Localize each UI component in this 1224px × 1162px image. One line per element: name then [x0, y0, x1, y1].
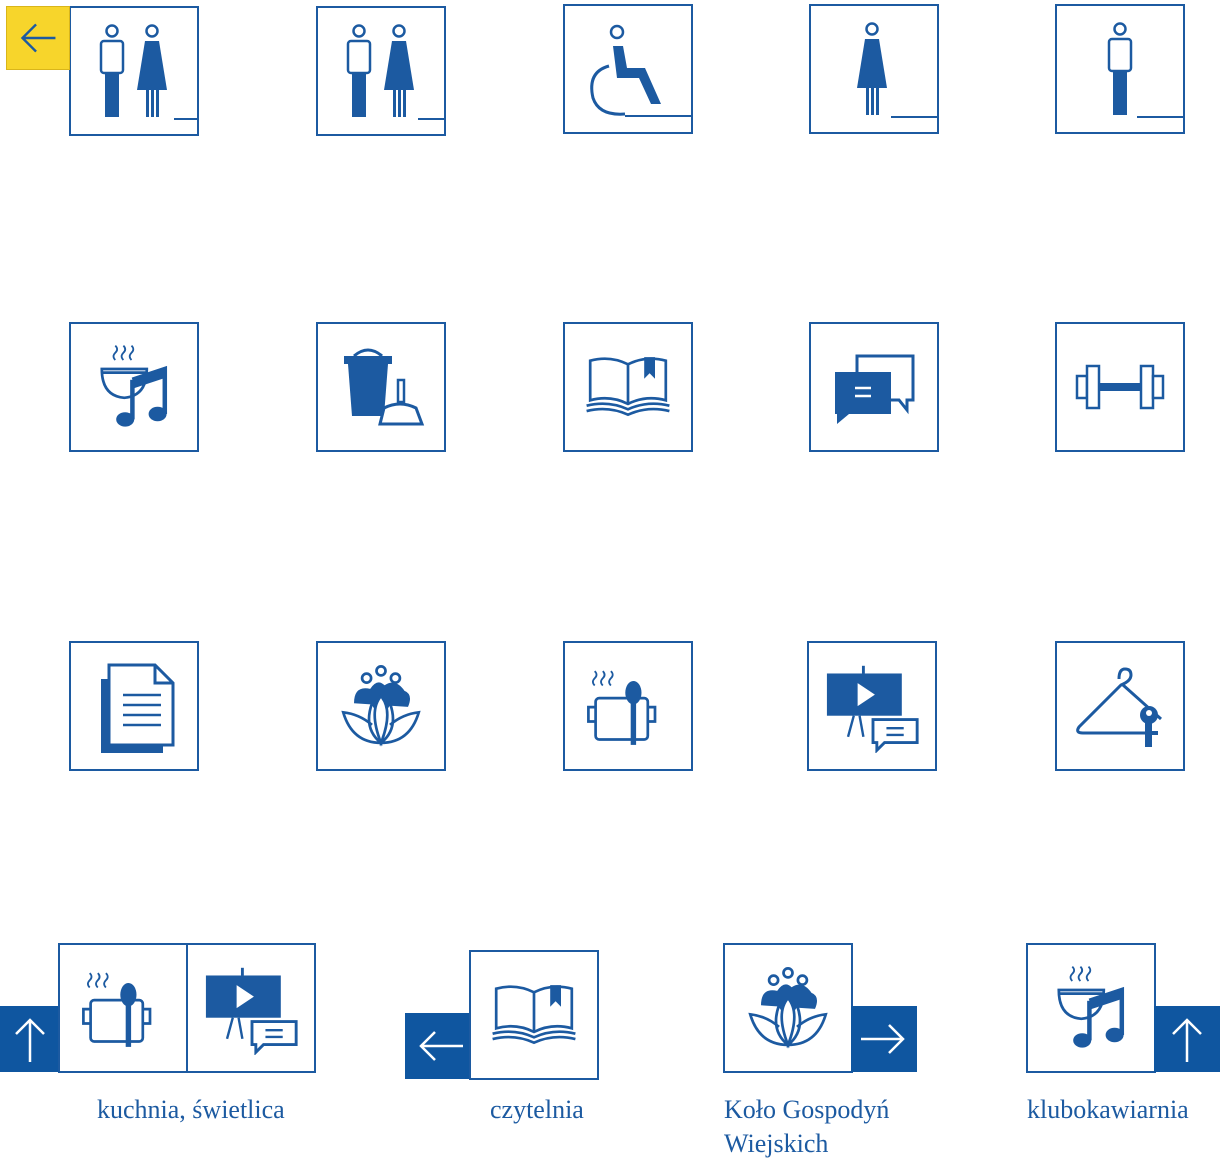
documents-tile	[69, 641, 199, 771]
caption-reading-room: czytelnia	[490, 1095, 584, 1124]
cafe-music-icon	[1028, 945, 1154, 1071]
arrow-up-icon	[15, 1018, 45, 1062]
book-icon	[585, 355, 671, 417]
toilets-unisex-icon	[346, 24, 444, 120]
presentation-tile	[807, 641, 937, 771]
cleaning-icon	[344, 348, 425, 426]
housewives-lotus-tile	[723, 943, 853, 1073]
cloakroom-icon	[1076, 667, 1163, 747]
cloakroom-tile	[1055, 641, 1185, 771]
arrow-right-block	[851, 1006, 917, 1072]
arrow-up-block-1	[0, 1006, 60, 1072]
cafe-music-tile	[69, 322, 199, 452]
toilets-unisex-icon	[99, 24, 197, 120]
lotus-tile	[316, 641, 446, 771]
club-cafe-tile	[1026, 943, 1156, 1073]
women-toilet-icon	[855, 22, 937, 118]
cleaning-tile	[316, 322, 446, 452]
caption-housewives-line1: Koło Gospodyń	[724, 1095, 890, 1124]
caption-kitchen-lounge: kuchnia, świetlica	[97, 1095, 285, 1124]
kitchen-sign-presentation-tile	[186, 943, 316, 1073]
arrow-up-block-2	[1154, 1006, 1220, 1072]
toilets-unisex-tile-1	[69, 6, 199, 136]
lotus-icon	[341, 664, 421, 745]
lotus-icon	[748, 966, 828, 1047]
cafe-music-icon	[71, 324, 197, 450]
men-toilet-icon	[1107, 22, 1183, 118]
caption-housewives-line2: Wiejskich	[724, 1129, 829, 1158]
back-arrow-yellow	[6, 6, 70, 70]
toilets-unisex-tile-2	[316, 6, 446, 136]
arrow-left-icon	[20, 23, 56, 53]
wheelchair-icon	[590, 24, 691, 117]
arrow-right-icon	[861, 1024, 905, 1054]
book-icon	[491, 983, 577, 1045]
men-toilet-tile	[1055, 4, 1185, 134]
kitchen-sign-pot-tile	[58, 943, 188, 1073]
gym-tile	[1055, 322, 1185, 452]
reading-room-book-tile	[469, 950, 599, 1080]
arrow-left-block	[405, 1013, 473, 1079]
presentation-icon	[825, 665, 919, 752]
kitchen-pot-icon	[60, 945, 186, 1071]
conversation-tile	[809, 322, 939, 452]
wheelchair-tile	[563, 4, 693, 134]
arrow-left-icon	[419, 1031, 463, 1061]
gym-dumbbell-icon	[1075, 364, 1165, 410]
kitchen-pot-icon	[565, 643, 691, 769]
documents-icon	[101, 663, 175, 753]
women-toilet-tile	[809, 4, 939, 134]
presentation-icon	[204, 967, 298, 1054]
kitchen-pot-tile	[563, 641, 693, 771]
arrow-up-icon	[1172, 1018, 1202, 1062]
caption-club-cafe: klubokawiarnia	[1027, 1095, 1189, 1124]
conversation-icon	[835, 354, 915, 424]
book-tile	[563, 322, 693, 452]
